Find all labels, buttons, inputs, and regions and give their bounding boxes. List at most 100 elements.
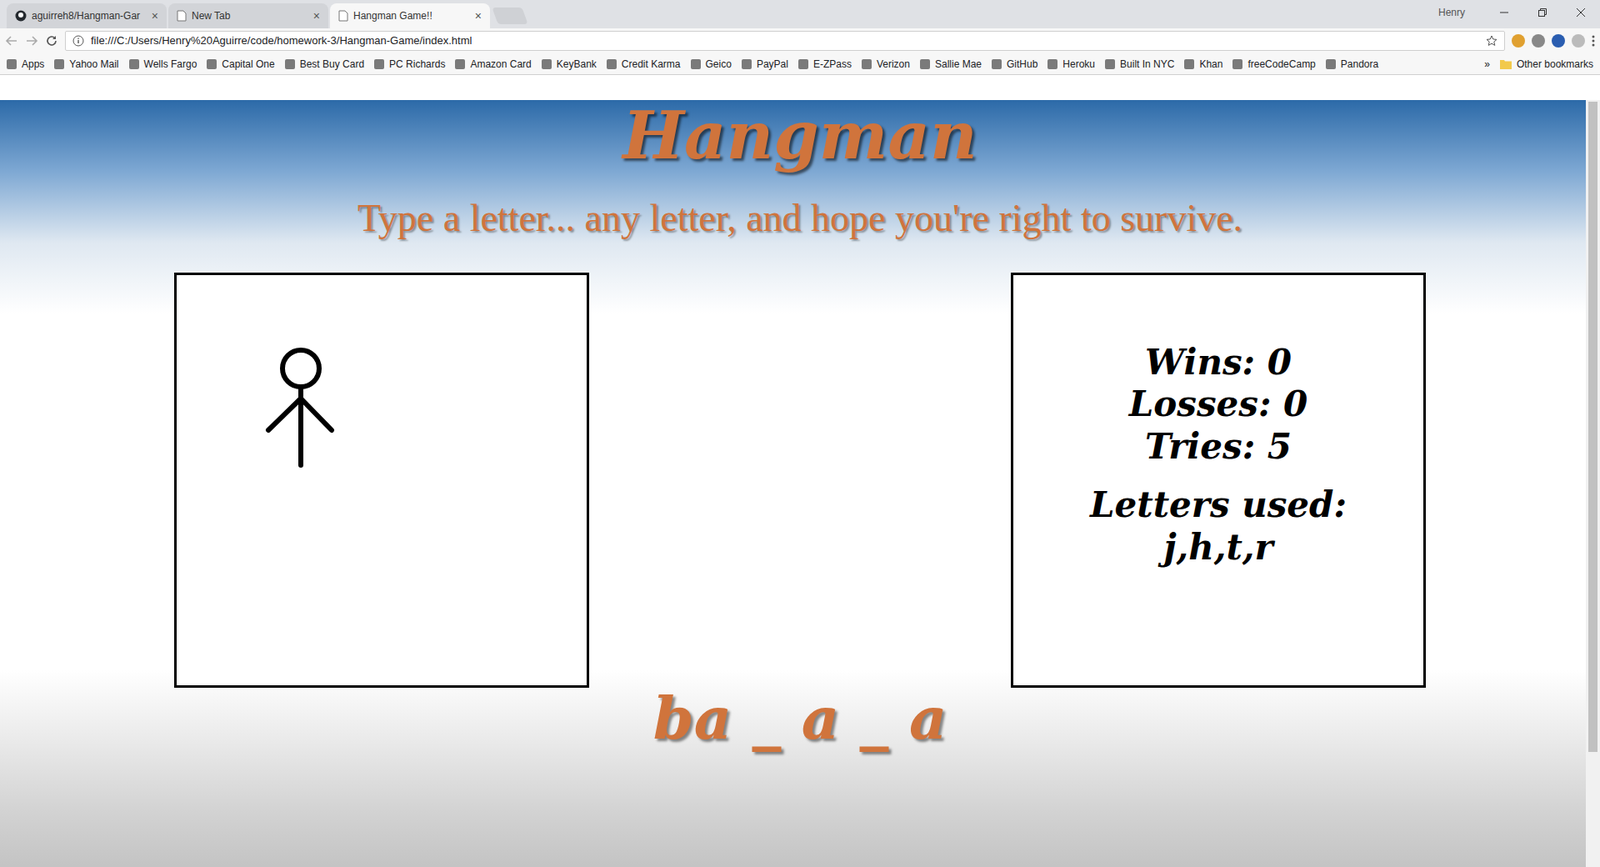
stat-line: Losses: 0 (1013, 383, 1424, 425)
extension-icon[interactable] (1511, 34, 1525, 48)
back-icon[interactable] (5, 34, 19, 48)
favicon-icon (1047, 59, 1058, 70)
reload-icon[interactable] (45, 34, 59, 48)
extension-icon[interactable] (1571, 34, 1585, 48)
hangman-panel (174, 272, 590, 688)
bookmark-label[interactable]: Best Buy Card (300, 56, 365, 72)
github-icon (15, 10, 27, 22)
bookmark-label[interactable]: Capital One (221, 56, 275, 72)
bookmark[interactable]: Best Buy Card (285, 56, 365, 72)
bookmark-label[interactable]: Yahoo Mail (69, 56, 119, 72)
favicon-icon (690, 59, 701, 70)
bookmark-label[interactable]: Heroku (1062, 56, 1095, 72)
other-bookmarks[interactable]: Other bookmarks (1500, 56, 1594, 72)
bookmark[interactable]: Khan (1184, 56, 1223, 72)
letters-used-label: Letters used: (1013, 484, 1424, 526)
bookmark-label[interactable]: Pandora (1340, 56, 1379, 72)
stat-line: Wins: 0 (1013, 341, 1424, 384)
favicon-icon (1184, 59, 1195, 70)
info-icon (72, 35, 85, 47)
bookmark[interactable]: Pandora (1325, 56, 1379, 72)
bookmark[interactable]: Capital One (206, 56, 275, 72)
stat-line: Tries: 5 (1013, 425, 1424, 468)
bookmark[interactable]: Credit Karma (606, 56, 681, 72)
extension-icon[interactable] (1551, 34, 1565, 48)
bookmark-label[interactable]: E-ZPass (813, 56, 852, 72)
more-bookmarks-button[interactable]: » (1484, 56, 1490, 72)
favicon-icon (741, 59, 752, 70)
new-tab-button[interactable] (491, 7, 528, 25)
bookmark-label[interactable]: Amazon Card (470, 56, 531, 72)
bookmark[interactable]: Verizon (861, 56, 910, 72)
folder-icon (1500, 59, 1512, 70)
browser-tab[interactable]: Hangman Game!!× (330, 3, 490, 29)
bookmark-label[interactable]: PC Richards (389, 56, 445, 72)
address-bar[interactable]: file:///C:/Users/Henry%20Aguirre/code/ho… (65, 30, 1505, 51)
bookmark[interactable]: PC Richards (374, 56, 445, 72)
favicon-icon (206, 59, 217, 70)
page-icon (338, 10, 349, 22)
favicon-icon (129, 59, 140, 70)
bookmark-label[interactable]: Sallie Mae (935, 56, 982, 72)
bookmark[interactable]: Amazon Card (455, 56, 531, 72)
close-icon[interactable] (1561, 0, 1600, 25)
hangman-head (282, 350, 320, 387)
minimize-icon[interactable] (1485, 0, 1524, 25)
bookmark[interactable]: Wells Fargo (129, 56, 198, 72)
bookmark-label[interactable]: Credit Karma (621, 56, 681, 72)
menu-icon[interactable] (1591, 34, 1595, 48)
bookmark-label[interactable]: Wells Fargo (144, 56, 198, 72)
bookmark-label[interactable]: Built In NYC (1120, 56, 1175, 72)
bookmark[interactable]: Built In NYC (1105, 56, 1175, 72)
tab-label[interactable]: aguirreh8/Hangman-Gar (31, 8, 149, 24)
game-subtitle: Type a letter... any letter, and hope yo… (0, 195, 1600, 241)
forward-icon[interactable] (25, 34, 39, 48)
bookmark-label[interactable]: Geico (705, 56, 732, 72)
bookmark-label[interactable]: Khan (1199, 56, 1223, 72)
bookmark-label[interactable]: freeCodeCamp (1247, 56, 1315, 72)
browser-tab[interactable]: New Tab× (168, 3, 329, 29)
tab-label[interactable]: Hangman Game!! (353, 8, 472, 24)
bookmarks-bar: Apps Yahoo Mail Wells Fargo Capital One Best… (0, 53, 1600, 75)
favicon-icon (606, 59, 617, 70)
scrollbar-thumb[interactable] (1588, 101, 1598, 752)
star-icon[interactable] (1485, 35, 1498, 47)
hangman-left-arm (268, 398, 301, 430)
extension-icon[interactable] (1531, 34, 1545, 48)
toolbar: file:///C:/Users/Henry%20Aguirre/code/ho… (0, 28, 1600, 54)
hangman-figure-icon (176, 275, 587, 685)
bookmark-label[interactable]: KeyBank (556, 56, 597, 72)
favicon-icon (1105, 59, 1115, 70)
tab-strip: aguirreh8/Hangman-Gar×New Tab×Hangman Ga… (0, 0, 1600, 29)
favicon-icon (861, 59, 872, 70)
tab-close-button[interactable]: × (471, 7, 482, 25)
favicon-icon (798, 59, 809, 70)
bookmark[interactable]: freeCodeCamp (1232, 56, 1315, 72)
bookmark[interactable]: Sallie Mae (920, 56, 982, 72)
bookmark[interactable]: Heroku (1047, 56, 1095, 72)
window-controls: Henry (1438, 0, 1600, 25)
bookmark-label[interactable]: PayPal (756, 56, 789, 72)
restore-icon[interactable] (1523, 0, 1562, 25)
bookmark-label[interactable]: Apps (21, 56, 45, 72)
bookmark[interactable]: E-ZPass (798, 56, 852, 72)
browser-tab[interactable]: aguirreh8/Hangman-Gar× (6, 3, 167, 29)
bookmark[interactable]: Apps (6, 56, 45, 72)
scrollbar[interactable] (1585, 100, 1600, 867)
bookmark-label[interactable]: GitHub (1006, 56, 1038, 72)
bookmark[interactable]: GitHub (991, 56, 1038, 72)
address-text[interactable]: file:///C:/Users/Henry%20Aguirre/code/ho… (90, 32, 1480, 50)
tab-label[interactable]: New Tab (191, 8, 310, 24)
tab-close-button[interactable]: × (148, 7, 159, 25)
tab-close-button[interactable]: × (310, 7, 320, 25)
profile-button[interactable]: Henry (1438, 5, 1465, 20)
page: HangmanType a letter... any letter, and … (0, 100, 1600, 867)
bookmark[interactable]: Geico (690, 56, 732, 72)
other-bookmarks-label[interactable]: Other bookmarks (1516, 56, 1594, 72)
bookmark-label[interactable]: Verizon (876, 56, 910, 72)
favicon-icon (6, 59, 17, 70)
favicon-icon (54, 59, 65, 70)
bookmark[interactable]: Yahoo Mail (54, 56, 119, 72)
bookmark[interactable]: KeyBank (541, 56, 597, 72)
bookmark[interactable]: PayPal (741, 56, 789, 72)
